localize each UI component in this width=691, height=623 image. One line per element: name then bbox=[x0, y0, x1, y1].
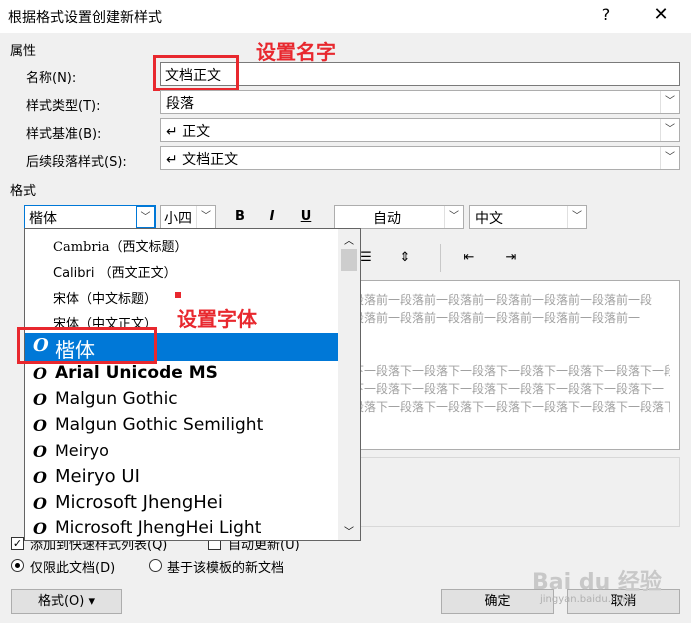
bold-button[interactable]: B bbox=[229, 206, 251, 228]
decrease-indent-icon[interactable]: ⇤ bbox=[458, 247, 480, 269]
font-color-select[interactable]: 自动 ﹀ bbox=[334, 205, 464, 229]
name-label: 名称(N): bbox=[26, 71, 77, 86]
font-type-icon: O bbox=[33, 442, 47, 461]
increase-indent-icon[interactable]: ⇥ bbox=[500, 247, 522, 269]
preview-next-line: 落下一段落下一段落下一段落下一段落下一段落下一段落下一段 bbox=[340, 364, 670, 378]
font-list-item[interactable]: O Meiryo UI bbox=[25, 465, 339, 491]
font-list-item[interactable]: O Microsoft JhengHei Light bbox=[25, 517, 339, 540]
font-list-item[interactable]: O Malgun Gothic Semilight bbox=[25, 413, 339, 439]
annotation-font-box bbox=[17, 327, 157, 364]
format-menu-button[interactable]: 格式(O) ▾ bbox=[11, 589, 122, 614]
chevron-down-icon[interactable]: ﹀ bbox=[136, 206, 155, 228]
chevron-down-icon[interactable]: ﹀ bbox=[660, 91, 679, 113]
chevron-down-icon[interactable]: ﹀ bbox=[444, 206, 463, 228]
chevron-down-icon[interactable]: ﹀ bbox=[196, 206, 215, 228]
watermark-url: jingyan.baidu.com bbox=[540, 594, 633, 605]
font-type-icon: O bbox=[33, 494, 47, 513]
window-title: 根据格式设置创建新样式 bbox=[8, 10, 162, 26]
font-list-item[interactable]: Cambria（西文标题） bbox=[25, 231, 339, 257]
scroll-down-icon[interactable]: ﹀ bbox=[341, 523, 357, 538]
next-style-label: 后续段落样式(S): bbox=[26, 155, 127, 170]
style-type-select[interactable]: 段落 ﹀ bbox=[160, 90, 680, 114]
font-size-select[interactable]: 小四 ﹀ bbox=[160, 205, 216, 229]
style-type-label: 样式类型(T): bbox=[26, 99, 101, 114]
this-doc-only-radio[interactable] bbox=[11, 559, 24, 572]
font-list-item[interactable]: Calibri （西文正文） bbox=[25, 257, 339, 283]
underline-button[interactable]: U bbox=[295, 206, 317, 228]
section-properties: 属性 bbox=[10, 44, 37, 59]
font-list-item[interactable]: O Microsoft JhengHei bbox=[25, 491, 339, 517]
next-style-select[interactable]: ↵ 文档正文 ﹀ bbox=[160, 146, 680, 170]
font-item-name: Meiryo bbox=[55, 441, 109, 460]
font-size-value: 小四 bbox=[164, 211, 192, 227]
new-docs-template-label: 基于该模板的新文档 bbox=[167, 561, 285, 576]
font-type-icon: O bbox=[33, 390, 47, 409]
preview-prev-line: 一段落前一段落前一段落前一段落前一段落前一段落前一段 bbox=[340, 293, 653, 307]
help-button[interactable]: ? bbox=[594, 5, 618, 27]
font-type-icon: O bbox=[33, 416, 47, 435]
font-item-name: Arial Unicode MS bbox=[55, 363, 218, 383]
this-doc-only-label: 仅限此文档(D) bbox=[30, 561, 116, 576]
add-to-gallery-checkbox[interactable]: ✓ bbox=[11, 537, 24, 550]
style-base-label: 样式基准(B): bbox=[26, 127, 102, 142]
font-item-name: Malgun Gothic bbox=[55, 389, 178, 409]
close-button[interactable]: ✕ bbox=[648, 4, 674, 28]
preview-prev-line: 一段落前一段落前一段落前一段落前一段落前一段落前一 bbox=[340, 311, 641, 325]
italic-button[interactable]: I bbox=[261, 206, 283, 228]
font-list-item[interactable]: O Malgun Gothic bbox=[25, 387, 339, 413]
title-bar: 根据格式设置创建新样式 ? ✕ bbox=[0, 0, 691, 33]
font-item-name: Malgun Gothic Semilight bbox=[55, 415, 264, 435]
font-type-icon: O bbox=[33, 519, 47, 538]
style-type-value: 段落 bbox=[166, 96, 194, 112]
style-base-value: ↵ 正文 bbox=[166, 124, 211, 140]
font-item-name: Microsoft JhengHei bbox=[55, 492, 223, 513]
chevron-down-icon[interactable]: ﹀ bbox=[660, 119, 679, 141]
font-type-icon: O bbox=[33, 468, 47, 487]
style-base-select[interactable]: ↵ 正文 ﹀ bbox=[160, 118, 680, 142]
font-item-name: Meiryo UI bbox=[55, 466, 140, 487]
annotation-set-font: 设置字体 bbox=[177, 307, 257, 331]
annotation-marker bbox=[175, 292, 181, 298]
font-item-name: Microsoft JhengHei Light bbox=[55, 518, 262, 538]
annotation-name-box bbox=[153, 55, 239, 91]
font-value: 楷体 bbox=[29, 211, 57, 227]
paragraph-spacing-icon[interactable]: ⇕ bbox=[394, 247, 416, 269]
font-item-name: Calibri （西文正文） bbox=[53, 266, 177, 281]
scrollbar-thumb[interactable] bbox=[341, 249, 357, 271]
new-docs-template-radio[interactable] bbox=[149, 559, 162, 572]
toolbar-divider bbox=[440, 244, 441, 272]
script-select[interactable]: 中文 ﹀ bbox=[469, 205, 587, 229]
font-list-item[interactable]: O Meiryo bbox=[25, 439, 339, 465]
font-type-icon: O bbox=[33, 364, 47, 383]
dropdown-scrollbar[interactable] bbox=[338, 229, 360, 540]
scroll-up-icon[interactable]: ︿ bbox=[341, 232, 357, 247]
font-dropdown-list[interactable]: Cambria（西文标题） Calibri （西文正文） 宋体（中文标题） 宋体… bbox=[24, 228, 361, 541]
chevron-down-icon[interactable]: ﹀ bbox=[660, 147, 679, 169]
font-select[interactable]: 楷体 ﹀ bbox=[24, 205, 156, 229]
font-list-item[interactable]: O Arial Unicode MS bbox=[25, 361, 339, 387]
preview-next-line: 落下一段落下一段落下一段落下一段落下一段落下一段落下一 bbox=[340, 382, 665, 396]
font-item-name: 宋体（中文标题） bbox=[53, 292, 158, 307]
annotation-set-name: 设置名字 bbox=[256, 40, 336, 64]
watermark-logo: Bai du 经验 bbox=[532, 570, 662, 595]
preview-next-line: 一段落下一段落下一段落下一段落下一段落下一段落下一段落下 bbox=[340, 400, 670, 414]
chevron-down-icon[interactable]: ﹀ bbox=[567, 206, 586, 228]
font-color-value: 自动 bbox=[373, 211, 401, 227]
script-value: 中文 bbox=[475, 211, 503, 227]
next-style-value: ↵ 文档正文 bbox=[166, 152, 239, 168]
font-item-name: Cambria（西文标题） bbox=[53, 240, 188, 255]
section-format: 格式 bbox=[10, 184, 37, 199]
